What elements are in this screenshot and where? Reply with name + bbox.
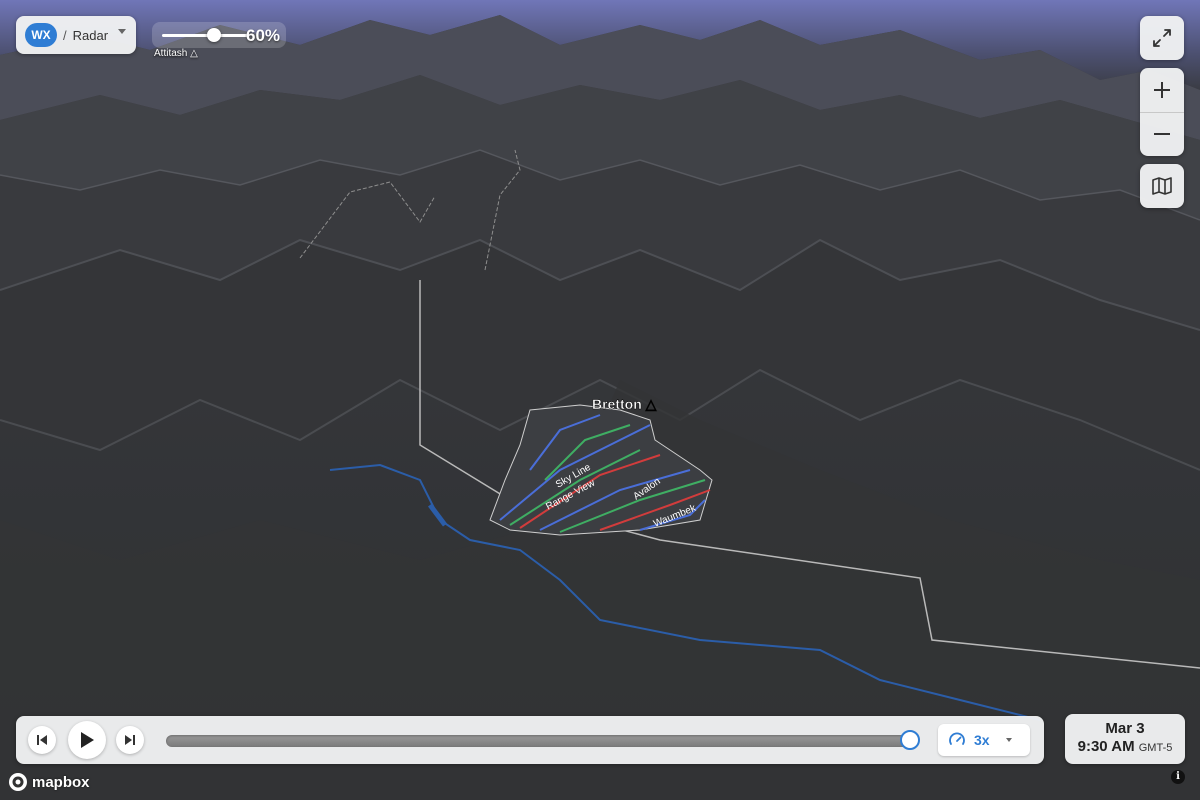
opacity-slider-track[interactable] <box>162 34 248 37</box>
layer-badge: WX <box>25 23 57 47</box>
layer-selector[interactable]: WX / Radar <box>16 16 136 54</box>
minus-icon <box>1154 133 1170 135</box>
date-text: Mar 3 <box>1105 720 1145 737</box>
datetime-display: Mar 3 9:30 AM GMT-5 <box>1065 714 1185 764</box>
skip-forward-icon <box>125 735 135 745</box>
time-text: 9:30 AM <box>1077 738 1135 755</box>
speed-selector[interactable]: 3x <box>938 724 1030 756</box>
zoom-controls <box>1140 68 1184 156</box>
skip-back-icon <box>37 735 47 745</box>
timeline-slider-track[interactable] <box>166 730 921 750</box>
skip-forward-button[interactable] <box>116 726 144 754</box>
mapbox-wordmark: mapbox <box>32 773 90 791</box>
plus-icon <box>1154 82 1170 98</box>
mapbox-logo-icon <box>9 773 27 791</box>
play-icon <box>81 732 94 748</box>
expand-icon <box>1153 29 1171 47</box>
playback-bar: 3x <box>16 716 1044 764</box>
opacity-control: 60% Attitash △ <box>152 20 288 59</box>
speed-value: 3x <box>974 732 990 748</box>
peak-label: Bretton △ <box>592 396 658 412</box>
mapbox-logo[interactable]: mapbox <box>8 772 90 792</box>
map-icon <box>1152 177 1172 195</box>
skip-back-button[interactable] <box>28 726 56 754</box>
basemap-button[interactable] <box>1140 164 1184 208</box>
play-button[interactable] <box>68 721 106 759</box>
layer-separator: / <box>63 27 67 43</box>
layer-name: Radar <box>72 27 109 43</box>
zoom-in-button[interactable] <box>1140 68 1184 112</box>
opacity-value: 60% <box>246 26 281 45</box>
chevron-down-icon <box>1006 738 1012 742</box>
terrain-map[interactable]: Range View Avalon Waumbek Sky Line Brett… <box>0 0 1200 800</box>
fullscreen-button[interactable] <box>1140 16 1184 60</box>
peak-label-attitash: Attitash △ <box>154 48 198 59</box>
info-icon[interactable]: i <box>1171 770 1185 784</box>
chevron-down-icon <box>118 29 126 34</box>
time-line: 9:30 AM GMT-5 <box>1065 738 1185 755</box>
timeline-slider-handle[interactable] <box>900 730 921 750</box>
gauge-icon <box>949 732 965 745</box>
opacity-slider-handle[interactable] <box>206 28 221 42</box>
timezone-text: GMT-5 <box>1138 742 1173 754</box>
zoom-out-button[interactable] <box>1140 112 1184 156</box>
